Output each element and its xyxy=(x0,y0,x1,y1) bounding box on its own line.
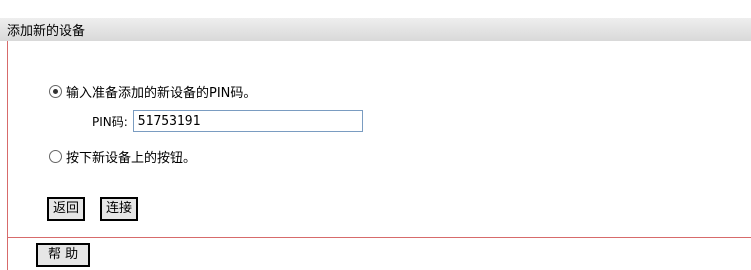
section-title: 添加新的设备 xyxy=(7,24,86,39)
pin-row: PIN码: xyxy=(92,110,363,132)
radio-enter-pin[interactable] xyxy=(49,85,62,98)
pin-input[interactable] xyxy=(132,110,363,132)
option-press-button[interactable]: 按下新设备上的按钮。 xyxy=(49,147,196,166)
radio-press-button[interactable] xyxy=(49,150,62,163)
wps-add-device-page: 添加新的设备 输入准备添加的新设备的PIN码。 PIN码: 按下新设备上的按钮。… xyxy=(0,0,751,270)
back-button[interactable]: 返回 xyxy=(47,197,86,221)
pin-label: PIN码: xyxy=(92,114,128,129)
divider xyxy=(7,237,751,238)
help-button[interactable]: 帮 助 xyxy=(36,243,91,267)
option-enter-pin[interactable]: 输入准备添加的新设备的PIN码。 xyxy=(49,82,256,101)
option-enter-pin-label: 输入准备添加的新设备的PIN码。 xyxy=(66,86,257,101)
connect-button[interactable]: 连接 xyxy=(100,197,139,221)
left-border xyxy=(7,41,8,270)
section-header: 添加新的设备 xyxy=(0,18,751,41)
option-press-button-label: 按下新设备上的按钮。 xyxy=(66,151,197,166)
